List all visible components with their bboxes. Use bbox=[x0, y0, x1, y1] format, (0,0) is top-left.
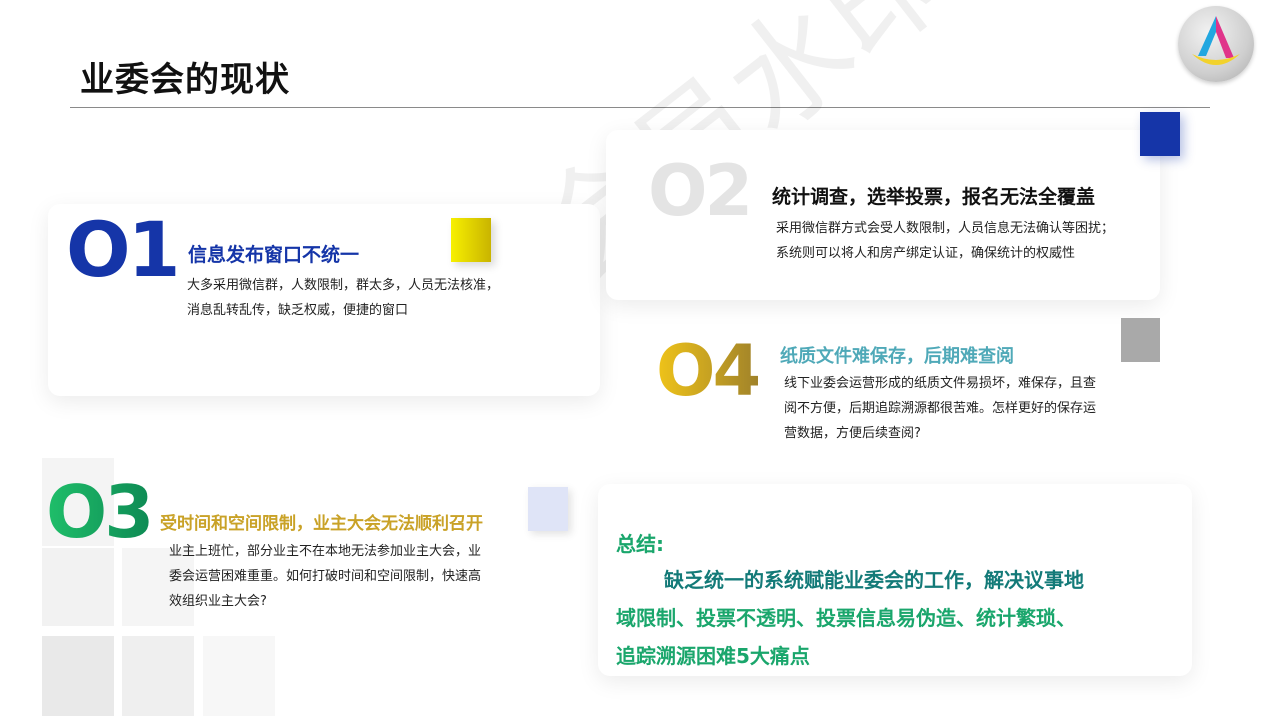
item-body-line: 线下业委会运营形成的纸质文件易损坏，难保存，且查 bbox=[784, 376, 1097, 391]
page-title: 业委会的现状 bbox=[80, 60, 290, 100]
item-body-line: 系统则可以将人和房产绑定认证，确保统计的权威性 bbox=[776, 246, 1076, 261]
item-body-line: 消息乱转乱传，缺乏权威，便捷的窗口 bbox=[187, 303, 409, 318]
item-body-line: 委会运营困难重重。如何打破时间和空间限制，快速高 bbox=[169, 569, 482, 584]
item-number-02: O2 bbox=[648, 150, 753, 232]
item-heading-01: 信息发布窗口不统一 bbox=[188, 244, 360, 266]
item-body-01: 大多采用微信群，人数限制，群太多，人员无法核准， 消息乱转乱传，缺乏权威，便捷的… bbox=[187, 273, 499, 323]
decor-tile bbox=[42, 636, 114, 716]
item-number-04: O4 bbox=[656, 330, 761, 412]
accent-square-blue bbox=[1140, 112, 1180, 156]
item-body-line: 大多采用微信群，人数限制，群太多，人员无法核准， bbox=[187, 278, 500, 293]
accent-square-lavender bbox=[528, 487, 568, 531]
logo-mark-icon bbox=[1192, 16, 1240, 65]
item-heading-04: 纸质文件难保存，后期难查阅 bbox=[780, 346, 1014, 367]
decor-tile bbox=[42, 548, 114, 626]
brand-logo bbox=[1178, 6, 1254, 82]
item-body-line: 采用微信群方式会受人数限制，人员信息无法确认等困扰； bbox=[776, 221, 1115, 236]
item-body-line: 业主上班忙，部分业主不在本地无法参加业主大会，业 bbox=[169, 544, 482, 559]
summary-line-3: 追踪溯源困难5大痛点 bbox=[616, 644, 810, 668]
item-body-02: 采用微信群方式会受人数限制，人员信息无法确认等困扰； 系统则可以将人和房产绑定认… bbox=[776, 216, 1114, 266]
item-body-03: 业主上班忙，部分业主不在本地无法参加业主大会，业 委会运营困难重重。如何打破时间… bbox=[169, 539, 481, 614]
item-body-line: 阅不方便，后期追踪溯源都很苦难。怎样更好的保存运 bbox=[784, 401, 1097, 416]
accent-square-gray bbox=[1121, 318, 1160, 362]
summary-label: 总结: bbox=[616, 532, 664, 556]
accent-square-yellow bbox=[451, 218, 491, 262]
summary-text: 缺乏统一的系统赋能业委会的工作，解决议事地 域限制、投票不透明、投票信息易伪造、… bbox=[616, 561, 1176, 675]
item-number-03: O3 bbox=[46, 470, 154, 554]
item-heading-03: 受时间和空间限制，业主大会无法顺利召开 bbox=[160, 514, 483, 534]
summary-line-1: 缺乏统一的系统赋能业委会的工作，解决议事地 bbox=[664, 568, 1084, 592]
item-number-01: O1 bbox=[66, 205, 180, 294]
item-body-04: 线下业委会运营形成的纸质文件易损坏，难保存，且查 阅不方便，后期追踪溯源都很苦难… bbox=[784, 371, 1096, 446]
decor-tile bbox=[122, 636, 194, 716]
item-body-line: 营数据，方便后续查阅? bbox=[784, 426, 921, 441]
summary-line-2: 域限制、投票不透明、投票信息易伪造、统计繁琐、 bbox=[616, 606, 1076, 630]
item-body-line: 效组织业主大会? bbox=[169, 594, 267, 609]
item-heading-02: 统计调查，选举投票，报名无法全覆盖 bbox=[772, 186, 1096, 208]
decor-tile bbox=[203, 636, 275, 716]
